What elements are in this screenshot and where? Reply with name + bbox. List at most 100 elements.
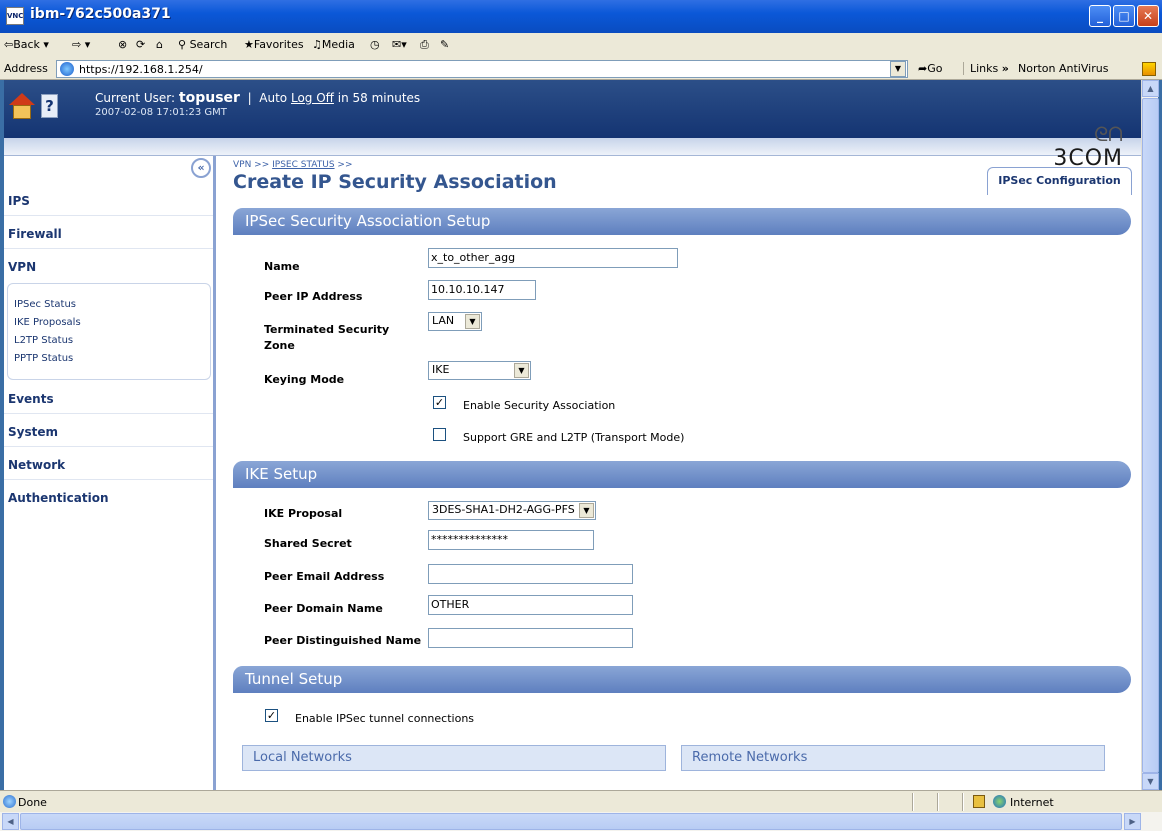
home-icon[interactable]: [9, 93, 35, 119]
breadcrumb: VPN >> IPSEC STATUS >>: [233, 160, 353, 170]
media-button[interactable]: ♫Media: [312, 38, 355, 51]
breadcrumb-vpn: VPN >>: [233, 160, 270, 170]
vertical-scrollbar[interactable]: ▲ ▼: [1141, 80, 1159, 790]
internet-zone-icon: [993, 795, 1006, 808]
favorites-label: Favorites: [253, 38, 304, 51]
page-done-icon: [3, 795, 16, 808]
shared-secret-input[interactable]: **************: [428, 530, 594, 550]
peer-email-label: Peer Email Address: [264, 570, 385, 583]
sidebar-item-vpn[interactable]: VPN: [4, 252, 213, 282]
stop-icon[interactable]: ⊗: [118, 38, 127, 51]
enable-tunnel-checkbox[interactable]: ✓: [265, 709, 278, 722]
collapse-sidebar-button[interactable]: «: [191, 158, 211, 178]
peer-ip-input[interactable]: 10.10.10.147: [428, 280, 536, 300]
horizontal-scroll-thumb[interactable]: [20, 813, 1122, 830]
scroll-thumb[interactable]: [1142, 98, 1159, 773]
submenu-l2tp-status[interactable]: L2TP Status: [14, 335, 73, 346]
current-user-label: Current User:: [95, 91, 176, 105]
print-icon[interactable]: ⎙: [420, 38, 429, 52]
name-input[interactable]: x_to_other_agg: [428, 248, 678, 268]
remote-networks-header: Remote Networks: [681, 745, 1105, 771]
current-user-line: Current User: topuser | Auto Log Off in …: [95, 90, 420, 106]
peer-email-input[interactable]: [428, 564, 633, 584]
page-title: Create IP Security Association: [233, 171, 557, 193]
refresh-icon[interactable]: ⟳: [136, 38, 145, 51]
ike-proposal-value: 3DES-SHA1-DH2-AGG-PFS: [432, 503, 575, 516]
tab-ipsec-configuration[interactable]: IPSec Configuration: [987, 167, 1132, 195]
keying-mode-label: Keying Mode: [264, 373, 345, 386]
norton-antivirus-button[interactable]: Norton AntiVirus: [1018, 62, 1108, 75]
current-user-name: topuser: [178, 90, 240, 106]
scroll-right-icon[interactable]: ▶: [1124, 813, 1141, 830]
zone-label: Internet: [1010, 796, 1054, 809]
submenu-ike-proposals[interactable]: IKE Proposals: [14, 317, 81, 328]
section-sa-setup: IPSec Security Association Setup: [233, 208, 1131, 235]
address-label: Address: [4, 62, 48, 75]
enable-tunnel-label: Enable IPSec tunnel connections: [295, 712, 475, 725]
terminated-zone-select[interactable]: LAN ▼: [428, 312, 482, 331]
enable-sa-checkbox[interactable]: ✓: [433, 396, 446, 409]
logo-swirl-icon: ᘓᑎ: [1094, 122, 1123, 146]
log-off-link[interactable]: Log Off: [291, 91, 334, 105]
keying-mode-select[interactable]: IKE ▼: [428, 361, 531, 380]
sidebar-item-network[interactable]: Network: [4, 450, 213, 480]
chevron-right-icon: »: [1001, 62, 1009, 75]
edit-icon[interactable]: ✎: [440, 38, 449, 51]
go-button[interactable]: ➦Go: [918, 62, 942, 75]
submenu-ipsec-status[interactable]: IPSec Status: [14, 299, 76, 310]
sidebar-item-firewall[interactable]: Firewall: [4, 219, 213, 249]
forward-button[interactable]: ⇨ ▾: [72, 38, 90, 51]
ike-proposal-select[interactable]: 3DES-SHA1-DH2-AGG-PFS ▼: [428, 501, 596, 520]
status-bar: Done Internet: [0, 790, 1162, 812]
main-content: VPN >> IPSEC STATUS >> Create IP Securit…: [225, 156, 1138, 790]
header-band: [4, 138, 1141, 156]
media-label: Media: [321, 38, 355, 51]
address-input[interactable]: https://192.168.1.254/: [56, 60, 908, 78]
close-button[interactable]: ✕: [1137, 5, 1159, 27]
sidebar-item-events[interactable]: Events: [4, 384, 213, 414]
terminated-zone-label-1: Terminated Security: [264, 323, 390, 336]
scroll-left-icon[interactable]: ◀: [2, 813, 19, 830]
status-divider: [912, 793, 914, 811]
scroll-down-icon[interactable]: ▼: [1142, 773, 1159, 790]
address-dropdown-icon[interactable]: ▼: [890, 61, 906, 77]
browser-toolbar: ⇦Back ▾ ⇨ ▾ ⊗ ⟳ ⌂ ⚲ Search ★Favorites ♫M…: [0, 33, 1162, 60]
sidebar-item-ips[interactable]: IPS: [4, 186, 213, 216]
chevron-down-icon: ▼: [465, 314, 480, 329]
home-icon[interactable]: ⌂: [156, 38, 163, 51]
sidebar-item-system[interactable]: System: [4, 417, 213, 447]
peer-domain-input[interactable]: OTHER: [428, 595, 633, 615]
app-header: ? Current User: topuser | Auto Log Off i…: [4, 80, 1141, 138]
lock-icon: [973, 795, 985, 808]
norton-icon[interactable]: [1142, 62, 1156, 76]
ike-proposal-label: IKE Proposal: [264, 507, 343, 520]
maximize-button[interactable]: □: [1113, 5, 1135, 27]
peer-dn-input[interactable]: [428, 628, 633, 648]
back-button[interactable]: ⇦Back ▾: [4, 38, 49, 51]
address-bar: Address https://192.168.1.254/ ▼ ➦Go Lin…: [0, 58, 1162, 80]
mail-icon[interactable]: ✉▾: [392, 38, 407, 51]
status-divider: [937, 793, 939, 811]
history-icon[interactable]: ◷: [370, 38, 380, 51]
sidebar-item-authentication[interactable]: Authentication: [4, 483, 213, 513]
enable-sa-label: Enable Security Association: [463, 399, 616, 412]
window-title: ibm-762c500a371: [30, 6, 171, 22]
submenu-pptp-status[interactable]: PPTP Status: [14, 353, 73, 364]
search-button[interactable]: ⚲ Search: [178, 38, 227, 51]
horizontal-scrollbar[interactable]: ◀ ▶: [0, 812, 1162, 831]
links-button[interactable]: Links »: [963, 62, 1009, 75]
address-url: https://192.168.1.254/: [79, 63, 203, 76]
double-chevron-left-icon: «: [197, 161, 205, 174]
session-timestamp: 2007-02-08 17:01:23 GMT: [95, 107, 227, 118]
name-label: Name: [264, 260, 300, 273]
help-icon[interactable]: ?: [41, 94, 58, 118]
separator: |: [243, 91, 256, 105]
go-arrow-icon: ➦: [918, 62, 928, 75]
section-tunnel-setup: Tunnel Setup: [233, 666, 1131, 693]
favorites-button[interactable]: ★Favorites: [244, 38, 304, 51]
support-gre-checkbox[interactable]: [433, 428, 446, 441]
scroll-up-icon[interactable]: ▲: [1142, 80, 1159, 97]
minimize-button[interactable]: _: [1089, 5, 1111, 27]
section-ike-setup: IKE Setup: [233, 461, 1131, 488]
breadcrumb-ipsec-status-link[interactable]: IPSEC STATUS: [272, 160, 334, 170]
